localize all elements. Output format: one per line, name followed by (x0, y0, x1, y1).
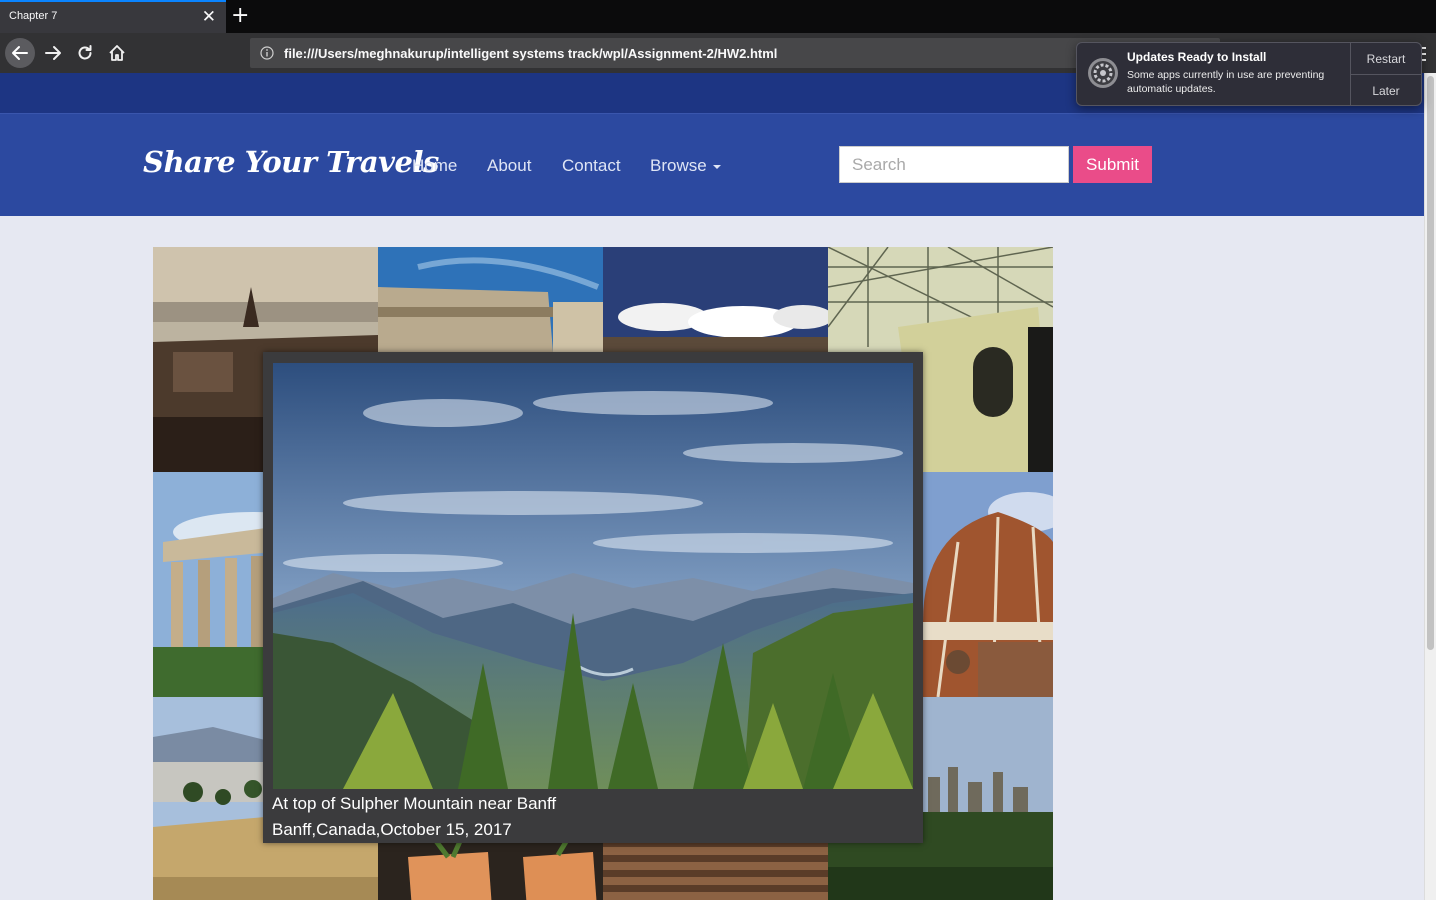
reload-icon (78, 45, 92, 60)
info-icon[interactable] (260, 46, 274, 60)
update-notification[interactable]: Updates Ready to Install Some apps curre… (1076, 42, 1422, 106)
new-tab-icon[interactable]: + (231, 3, 249, 29)
lightbox-title: At top of Sulpher Mountain near Banff (272, 794, 557, 813)
reload-button[interactable] (70, 38, 100, 68)
submit-button[interactable]: Submit (1073, 146, 1152, 183)
lightbox-meta: Banff,Canada,October 15, 2017 (272, 820, 512, 839)
lightbox-photo (273, 363, 913, 789)
notification-body: Some apps currently in use are preventin… (1127, 69, 1325, 95)
nav-about[interactable]: About (487, 156, 531, 176)
browser-tab[interactable]: Chapter 7 ✕ (0, 0, 226, 33)
later-button[interactable]: Later (1351, 75, 1421, 106)
nav-home[interactable]: Home (412, 156, 457, 176)
close-tab-icon[interactable]: ✕ (202, 7, 216, 27)
system-preferences-gear-icon (1088, 58, 1118, 88)
back-button[interactable] (5, 38, 35, 68)
forward-arrow-icon (45, 46, 61, 60)
image-lightbox[interactable]: At top of Sulpher Mountain near Banff Ba… (263, 352, 923, 843)
home-button[interactable] (102, 38, 132, 68)
site-logo[interactable]: Share Your Travels (143, 145, 439, 179)
url-text[interactable]: file:///Users/meghnakurup/intelligent sy… (284, 46, 777, 61)
back-arrow-icon (12, 46, 28, 60)
caret-down-icon (712, 164, 721, 169)
notification-actions: Restart Later (1350, 43, 1421, 105)
tab-bar: Chapter 7 ✕ + (0, 0, 1436, 33)
nav-contact[interactable]: Contact (562, 156, 621, 176)
nav-browse-label: Browse (650, 156, 707, 175)
forward-button[interactable] (38, 38, 68, 68)
url-bar[interactable]: file:///Users/meghnakurup/intelligent sy… (250, 38, 1220, 68)
nav-browse-dropdown[interactable]: Browse (650, 156, 721, 176)
tab-title: Chapter 7 (9, 10, 58, 22)
notification-title: Updates Ready to Install (1127, 50, 1267, 64)
home-icon (109, 45, 125, 61)
restart-button[interactable]: Restart (1351, 43, 1421, 75)
site-header: Share Your Travels Home About Contact Br… (0, 113, 1424, 216)
scrollbar-thumb[interactable] (1427, 76, 1434, 650)
search-input[interactable] (839, 146, 1069, 183)
